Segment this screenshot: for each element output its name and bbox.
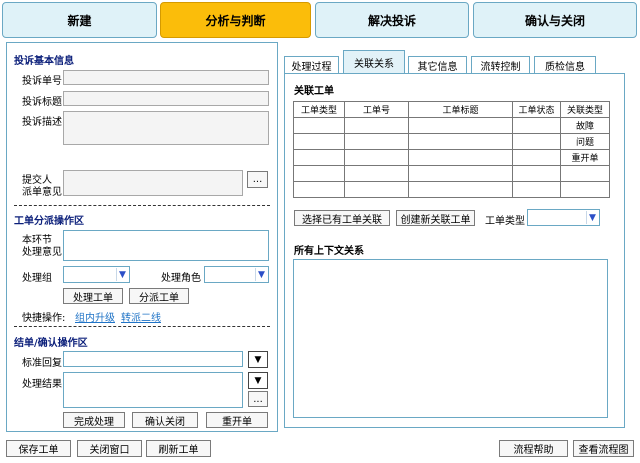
related-orders-table: 工单类型 工单号 工单标题 工单状态 关联类型 故障 问题 重开单 xyxy=(293,101,610,198)
close-window-button[interactable]: 关闭窗口 xyxy=(77,440,142,457)
column-header: 关联类型 xyxy=(560,101,610,118)
role-label: 处理角色 xyxy=(161,273,201,284)
table-cell xyxy=(408,181,513,198)
view-flowchart-button[interactable]: 查看流程图 xyxy=(573,440,634,457)
table-cell: 问题 xyxy=(560,133,610,150)
role-select[interactable]: ▼ xyxy=(204,266,269,283)
save-order-button[interactable]: 保存工单 xyxy=(6,440,71,457)
step-resolve[interactable]: 解决投诉 xyxy=(315,2,469,38)
dispatch-title: 工单分派操作区 xyxy=(14,216,84,227)
opinion-field[interactable] xyxy=(63,230,269,261)
column-header: 工单号 xyxy=(344,101,409,118)
related-orders-title: 关联工单 xyxy=(294,86,334,97)
order-no-field[interactable] xyxy=(63,70,269,85)
table-cell xyxy=(293,117,345,134)
tab-relations[interactable]: 关联关系 xyxy=(343,50,405,74)
transfer-second-line-link[interactable]: 转派二线 xyxy=(121,309,161,324)
table-row[interactable] xyxy=(293,181,610,198)
flow-help-button[interactable]: 流程帮助 xyxy=(499,440,568,457)
context-relations-box xyxy=(293,259,608,418)
group-label: 处理组 xyxy=(22,273,52,284)
table-cell xyxy=(512,181,561,198)
table-row[interactable] xyxy=(293,165,610,182)
table-cell xyxy=(408,133,513,150)
group-select[interactable]: ▼ xyxy=(63,266,130,283)
table-cell xyxy=(408,165,513,182)
table-cell xyxy=(293,181,345,198)
description-label: 投诉描述 xyxy=(22,117,62,128)
table-cell xyxy=(344,133,409,150)
result-more-button[interactable]: ... xyxy=(248,391,268,407)
shortcut-label: 快捷操作: xyxy=(22,313,66,324)
standard-reply-dropdown[interactable]: ▼ xyxy=(248,351,268,368)
triangle-down-icon: ▼ xyxy=(254,354,262,365)
confirm-close-button[interactable]: 确认关闭 xyxy=(132,412,198,428)
table-cell xyxy=(344,117,409,134)
table-cell xyxy=(293,149,345,166)
closure-title: 结单/确认操作区 xyxy=(14,338,88,349)
step-confirm-close[interactable]: 确认与关闭 xyxy=(473,2,637,38)
submitter-opinion-field[interactable] xyxy=(63,170,243,196)
table-row[interactable]: 重开单 xyxy=(293,149,610,166)
dispatch-opinion-label: 派单意见 xyxy=(22,187,62,198)
tab-quality-check[interactable]: 质检信息 xyxy=(534,56,596,74)
divider xyxy=(14,205,270,206)
refresh-order-button[interactable]: 刷新工单 xyxy=(146,440,211,457)
standard-reply-field[interactable] xyxy=(63,351,243,367)
table-cell xyxy=(344,165,409,182)
triangle-down-icon: ▼ xyxy=(254,375,262,386)
table-cell xyxy=(408,149,513,166)
table-cell: 重开单 xyxy=(560,149,610,166)
dispatch-order-button[interactable]: 分派工单 xyxy=(129,288,189,304)
order-type-label: 工单类型 xyxy=(485,216,525,227)
reopen-button[interactable]: 重开单 xyxy=(206,412,268,428)
column-header: 工单状态 xyxy=(512,101,561,118)
basic-info-title: 投诉基本信息 xyxy=(14,56,74,67)
table-cell: 故障 xyxy=(560,117,610,134)
escalate-in-group-link[interactable]: 组内升级 xyxy=(75,309,115,324)
chevron-down-icon: ▼ xyxy=(586,211,598,224)
table-cell xyxy=(512,133,561,150)
table-cell xyxy=(293,133,345,150)
table-cell xyxy=(512,165,561,182)
result-label: 处理结果 xyxy=(22,379,62,390)
table-cell xyxy=(344,181,409,198)
process-order-button[interactable]: 处理工单 xyxy=(63,288,123,304)
table-cell xyxy=(293,165,345,182)
create-related-order-button[interactable]: 创建新关联工单 xyxy=(396,210,475,226)
description-field[interactable] xyxy=(63,111,269,145)
table-cell xyxy=(408,117,513,134)
column-header: 工单标题 xyxy=(408,101,513,118)
opinion-label-line2: 处理意见 xyxy=(22,247,62,258)
table-cell xyxy=(560,181,610,198)
subject-field[interactable] xyxy=(63,91,269,106)
complete-processing-button[interactable]: 完成处理 xyxy=(63,412,125,428)
subject-label: 投诉标题 xyxy=(22,97,62,108)
select-existing-order-button[interactable]: 选择已有工单关联 xyxy=(294,210,390,226)
standard-reply-label: 标准回复 xyxy=(22,358,62,369)
table-cell xyxy=(344,149,409,166)
order-type-select[interactable]: ▼ xyxy=(527,209,600,226)
column-header: 工单类型 xyxy=(293,101,345,118)
table-cell xyxy=(512,149,561,166)
table-cell xyxy=(512,117,561,134)
tab-other-info[interactable]: 其它信息 xyxy=(408,56,467,74)
chevron-down-icon: ▼ xyxy=(116,268,128,281)
tab-process-history[interactable]: 处理过程 xyxy=(284,56,339,74)
step-new[interactable]: 新建 xyxy=(2,2,157,38)
chevron-down-icon: ▼ xyxy=(255,268,267,281)
submitter-more-button[interactable]: ... xyxy=(247,171,268,188)
table-row[interactable]: 故障 xyxy=(293,117,610,134)
result-field[interactable] xyxy=(63,372,243,408)
divider xyxy=(14,326,270,327)
context-relations-title: 所有上下文关系 xyxy=(294,246,364,257)
table-row[interactable]: 问题 xyxy=(293,133,610,150)
table-cell xyxy=(560,165,610,182)
step-analysis[interactable]: 分析与判断 xyxy=(160,2,311,38)
tab-flow-control[interactable]: 流转控制 xyxy=(471,56,530,74)
order-no-label: 投诉单号 xyxy=(22,76,62,87)
result-dropdown[interactable]: ▼ xyxy=(248,372,268,389)
